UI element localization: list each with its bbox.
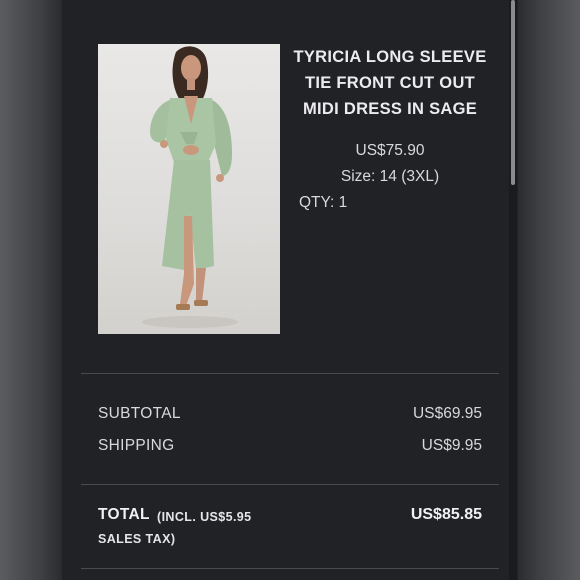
total-label: TOTAL xyxy=(98,506,150,523)
total-value: US$85.85 xyxy=(410,506,482,523)
subtotal-label: SUBTOTAL xyxy=(98,405,181,422)
product-image[interactable] xyxy=(98,44,280,334)
product-size: Size: 14 (3XL) xyxy=(340,168,440,185)
subtotal-value: US$69.95 xyxy=(413,405,482,422)
product-title-line-3: MIDI DRESS IN SAGE xyxy=(302,100,478,118)
divider-middle xyxy=(81,484,499,485)
tax-note-line-2: SALES TAX) xyxy=(98,532,176,546)
shipping-label: SHIPPING xyxy=(98,437,175,454)
divider-top xyxy=(81,373,499,374)
product-price: US$75.90 xyxy=(355,142,425,159)
shipping-value: US$9.95 xyxy=(421,437,482,454)
divider-bottom xyxy=(81,568,499,569)
product-title-line-1: TYRICIA LONG SLEEVE xyxy=(293,48,487,66)
product-title-line-2: TIE FRONT CUT OUT xyxy=(304,74,476,92)
dress-photo-icon xyxy=(142,46,238,328)
tax-note-line-1: (INCL. US$5.95 xyxy=(157,510,252,524)
product-quantity: QTY: 1 xyxy=(299,194,348,211)
product-title[interactable]: TYRICIA LONG SLEEVE TIE FRONT CUT OUT MI… xyxy=(290,44,490,122)
scrollbar-thumb[interactable] xyxy=(511,0,515,185)
